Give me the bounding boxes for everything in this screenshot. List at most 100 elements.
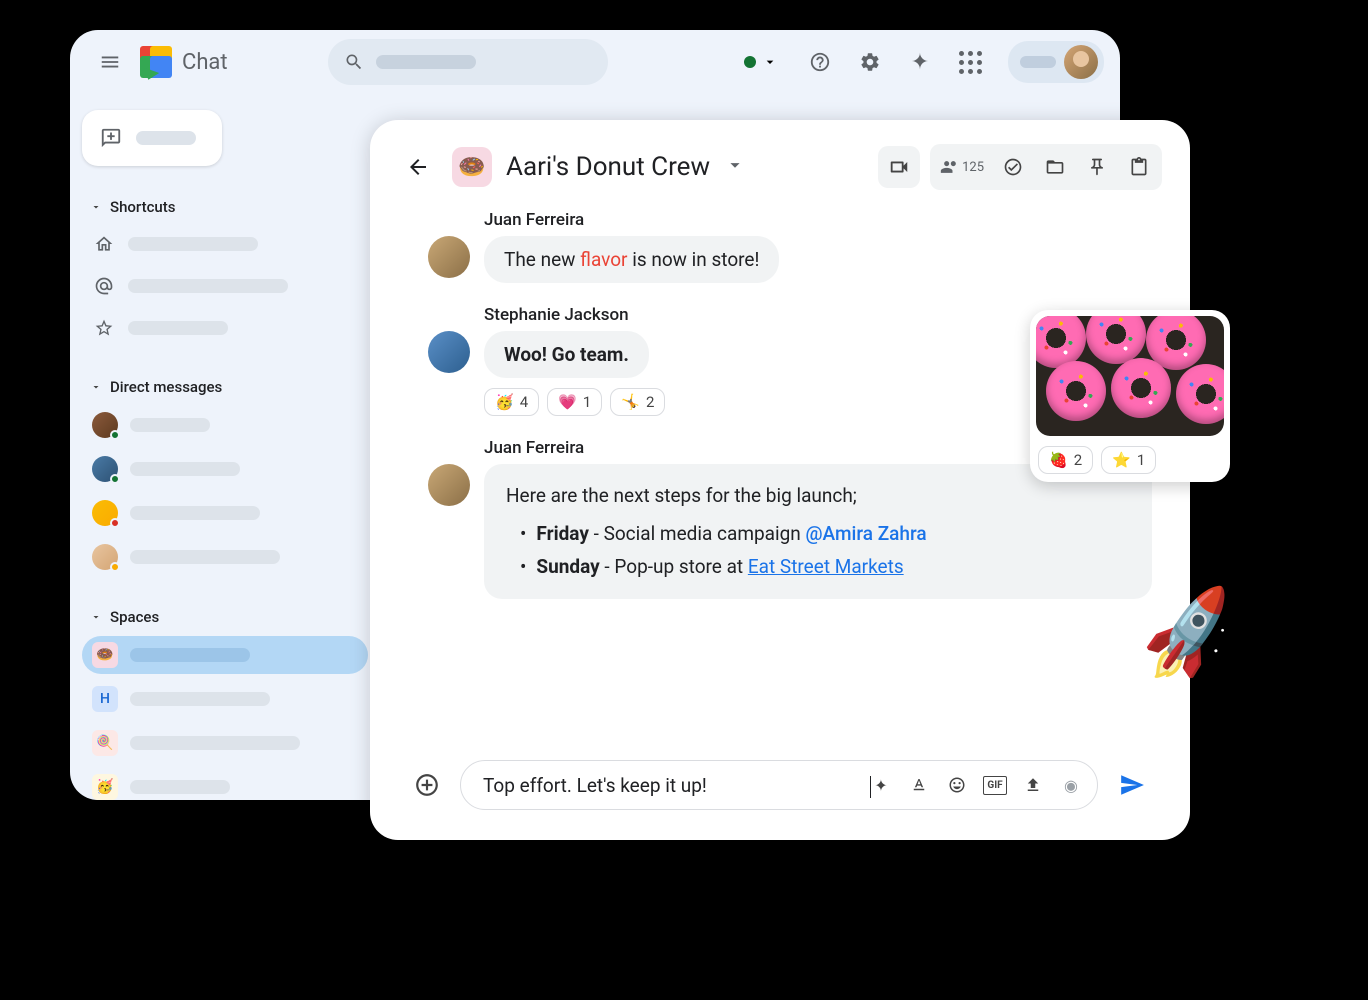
message-bubble[interactable]: Here are the next steps for the big laun… [484,464,1152,599]
reaction-chip[interactable]: 🥳4 [484,388,539,416]
add-attachment-button[interactable] [408,766,446,804]
avatar [92,500,118,526]
sender-avatar[interactable] [428,236,470,278]
message-input[interactable]: Top effort. Let's keep it up! ✦ GIF ◉ [460,760,1098,810]
emoji-button[interactable] [945,776,969,795]
spaces-section: Spaces 🍩 H 🍭 🥳 [82,604,368,800]
video-call-button[interactable] [878,146,920,188]
spaces-header[interactable]: Spaces [82,604,368,630]
back-button[interactable] [398,147,438,187]
composer-tools: ✦ GIF ◉ [869,776,1083,795]
gemini-button[interactable]: ✦ [900,42,940,82]
sender-name[interactable]: Juan Ferreira [484,210,1152,230]
gemini-compose-button[interactable]: ✦ [869,776,893,795]
account-button[interactable] [1008,41,1104,83]
dm-item-3[interactable] [82,494,368,532]
donut-image [1036,316,1224,436]
help-button[interactable] [800,42,840,82]
shortcuts-header[interactable]: Shortcuts [82,194,368,220]
caret-down-icon [90,611,102,623]
rocket-decoration: 🚀 [1133,582,1244,688]
space-icon: 🍩 [92,642,118,668]
space-icon: 🍭 [92,730,118,756]
search-icon [344,52,364,72]
topbar-actions: ✦ [732,41,1104,83]
space-item-donut[interactable]: 🍩 [82,636,368,674]
search-placeholder [376,55,476,69]
star-icon [92,316,116,340]
main-menu-button[interactable] [86,38,134,86]
clipboard-button[interactable] [1118,146,1160,188]
space-item-party[interactable]: 🥳 [82,768,368,800]
gif-button[interactable]: GIF [983,776,1007,795]
list-item: Sunday - Pop-up store at Eat Street Mark… [506,551,1130,583]
image-attachment-card[interactable]: 🍓2 ⭐1 [1030,310,1230,482]
external-link[interactable]: Eat Street Markets [748,555,904,578]
members-button[interactable]: 125 [932,157,992,177]
apps-button[interactable] [950,42,990,82]
sender-avatar[interactable] [428,464,470,506]
topbar: Chat ✦ [70,30,1120,94]
space-title[interactable]: Aari's Donut Crew [506,152,710,182]
dm-item-1[interactable] [82,406,368,444]
toolbar-group: 125 [930,144,1162,190]
caret-down-icon [90,381,102,393]
input-value: Top effort. Let's keep it up! [483,774,869,797]
composer: Top effort. Let's keep it up! ✦ GIF ◉ [398,754,1162,816]
new-chat-button[interactable] [82,110,222,166]
message-bubble[interactable]: The new flavor is now in store! [484,236,779,283]
list-item: Friday - Social media campaign @Amira Za… [506,518,1130,550]
user-avatar [1064,45,1098,79]
space-icon: 🥳 [92,774,118,800]
app-name: Chat [182,50,228,75]
caret-down-icon [90,201,102,213]
send-button[interactable] [1112,765,1152,805]
space-item-h[interactable]: H [82,680,368,718]
format-button[interactable] [907,776,931,795]
avatar [92,412,118,438]
status-away-icon [110,562,120,572]
reaction-chip[interactable]: 💗1 [547,388,602,416]
sender-avatar[interactable] [428,331,470,373]
message: Juan Ferreira The new flavor is now in s… [428,210,1152,283]
chat-logo-icon [138,44,174,80]
dm-item-4[interactable] [82,538,368,576]
space-menu-button[interactable] [724,154,746,180]
people-icon [940,157,960,177]
chevron-down-icon [762,54,778,70]
shortcut-home[interactable] [82,226,368,262]
pin-button[interactable] [1076,146,1118,188]
shortcut-starred[interactable] [82,310,368,346]
reaction-chip[interactable]: 🤸2 [610,388,665,416]
header-actions: 125 [878,144,1162,190]
reaction-chip[interactable]: 🍓2 [1038,446,1093,474]
space-item-lollipop[interactable]: 🍭 [82,724,368,762]
shortcut-mentions[interactable] [82,268,368,304]
status-selector[interactable] [732,46,790,78]
settings-button[interactable] [850,42,890,82]
dm-header[interactable]: Direct messages [82,374,368,400]
space-avatar: 🍩 [452,147,492,187]
status-online-icon [110,430,120,440]
status-online-icon [110,474,120,484]
new-chat-icon [100,127,122,149]
home-icon [92,232,116,256]
tasks-button[interactable] [992,146,1034,188]
space-icon: H [92,686,118,712]
sparkle-icon: ✦ [911,50,929,75]
status-busy-icon [110,518,120,528]
reaction-chip[interactable]: ⭐1 [1101,446,1156,474]
dm-item-2[interactable] [82,450,368,488]
avatar [92,456,118,482]
message-bubble[interactable]: Woo! Go team. [484,331,649,378]
apps-grid-icon [959,51,982,74]
dm-section: Direct messages [82,374,368,576]
upload-button[interactable] [1021,776,1045,795]
mention-link[interactable]: @Amira Zahra [805,522,926,545]
chat-header: 🍩 Aari's Donut Crew 125 [398,144,1162,190]
search-input[interactable] [328,39,608,85]
app-logo: Chat [138,44,228,80]
files-button[interactable] [1034,146,1076,188]
sidebar: Shortcuts Direct messages Spaces 🍩 H 🍭 [70,94,380,800]
record-button[interactable]: ◉ [1059,776,1083,795]
